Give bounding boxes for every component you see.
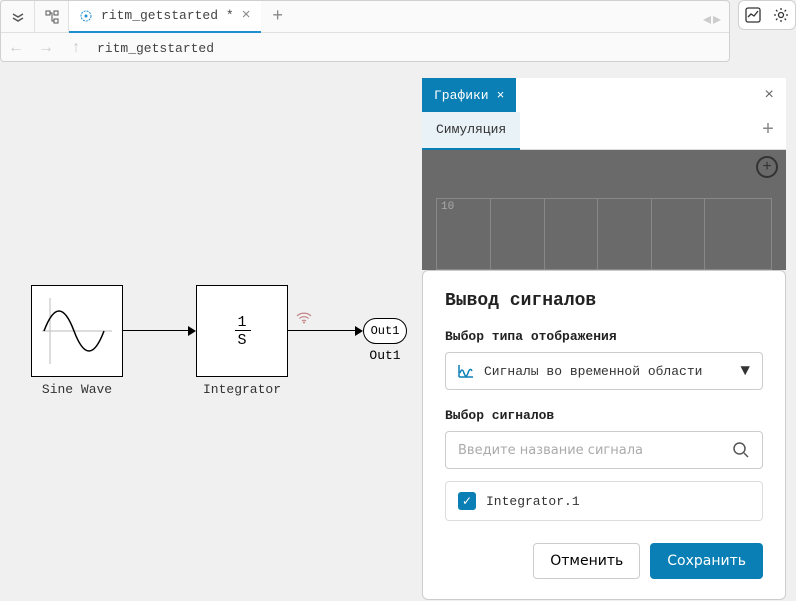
tree-icon[interactable]	[35, 1, 69, 33]
simulation-tab[interactable]: Симуляция	[422, 112, 520, 150]
sine-wave-icon	[32, 286, 122, 376]
signals-label: Выбор сигналов	[445, 408, 763, 423]
signal-item[interactable]: ✓ Integrator.1	[445, 481, 763, 521]
add-subtab-button[interactable]: +	[750, 119, 786, 142]
panel-close-button[interactable]: ×	[752, 86, 786, 104]
out1-label: Out1	[363, 348, 407, 363]
graphs-tab[interactable]: Графики ×	[422, 78, 516, 112]
arrow-head-1	[188, 326, 196, 336]
connection-1	[123, 330, 189, 331]
close-icon[interactable]: ×	[497, 88, 505, 103]
integrator-block[interactable]: 1 S Integrator	[196, 285, 288, 377]
breadcrumb-row: ← → ↑ ritm_getstarted	[1, 33, 729, 63]
main-toolbar: ritm_getstarted * × + ◂ ▸ ← → ↑ ritm_get…	[0, 0, 730, 62]
up-icon[interactable]: ↑	[61, 33, 91, 63]
signal-output-modal: Вывод сигналов Выбор типа отображения Си…	[422, 270, 786, 600]
modal-buttons: Отменить Сохранить	[445, 543, 763, 579]
gear-icon[interactable]	[773, 7, 789, 23]
chart-tick: 10	[441, 201, 454, 213]
sine-wave-label: Sine Wave	[32, 382, 122, 397]
tab-nav-arrows: ◂ ▸	[703, 9, 721, 29]
display-type-select[interactable]: Сигналы во временной области ▼	[445, 352, 763, 390]
signal-checkbox[interactable]: ✓	[458, 492, 476, 510]
add-chart-button[interactable]: +	[756, 156, 778, 178]
forward-icon[interactable]: →	[31, 33, 61, 63]
diagram-canvas[interactable]: Sine Wave 1 S Integrator Out1 Out1 Графи…	[0, 64, 796, 581]
tab-row: ritm_getstarted * × + ◂ ▸	[1, 1, 729, 33]
fraction-line	[235, 330, 251, 331]
integrator-numerator: 1	[197, 314, 287, 331]
connection-2	[288, 330, 356, 331]
signal-name: Integrator.1	[486, 494, 580, 509]
chart-area: + 10	[422, 150, 786, 270]
search-icon[interactable]	[732, 441, 750, 459]
tab-title: ritm_getstarted *	[101, 8, 234, 23]
signal-search-input[interactable]	[458, 443, 732, 458]
chevron-down-icon: ▼	[740, 362, 750, 380]
breadcrumb: ritm_getstarted	[97, 41, 214, 56]
integrator-denominator: S	[197, 332, 287, 349]
timeseries-icon	[458, 364, 474, 378]
right-toolbar	[738, 0, 796, 30]
chart-grid: 10	[436, 198, 772, 270]
display-type-label: Выбор типа отображения	[445, 329, 763, 344]
close-icon[interactable]: ×	[242, 7, 251, 24]
back-icon[interactable]: ←	[1, 33, 31, 63]
cancel-button[interactable]: Отменить	[533, 543, 640, 579]
signal-search-box	[445, 431, 763, 469]
graphs-panel: Графики × × Симуляция + + 10 Вывод сигна…	[422, 78, 786, 568]
modal-title: Вывод сигналов	[445, 291, 763, 311]
wifi-icon	[296, 310, 312, 324]
out1-port[interactable]: Out1	[363, 318, 407, 344]
sine-wave-block[interactable]: Sine Wave	[31, 285, 123, 377]
panel-tab-bar: Графики × ×	[422, 78, 786, 112]
chevron-left-icon[interactable]: ◂	[703, 9, 711, 29]
chevron-right-icon[interactable]: ▸	[713, 9, 721, 29]
expand-icon[interactable]	[1, 1, 35, 33]
chart-icon[interactable]	[745, 7, 761, 23]
save-button[interactable]: Сохранить	[650, 543, 763, 579]
target-icon	[79, 9, 93, 23]
panel-subtab-bar: Симуляция +	[422, 112, 786, 150]
file-tab[interactable]: ritm_getstarted * ×	[69, 1, 261, 33]
display-type-value: Сигналы во временной области	[484, 364, 730, 379]
add-tab-button[interactable]: +	[261, 7, 295, 27]
integrator-label: Integrator	[197, 382, 287, 397]
arrow-head-2	[355, 326, 363, 336]
